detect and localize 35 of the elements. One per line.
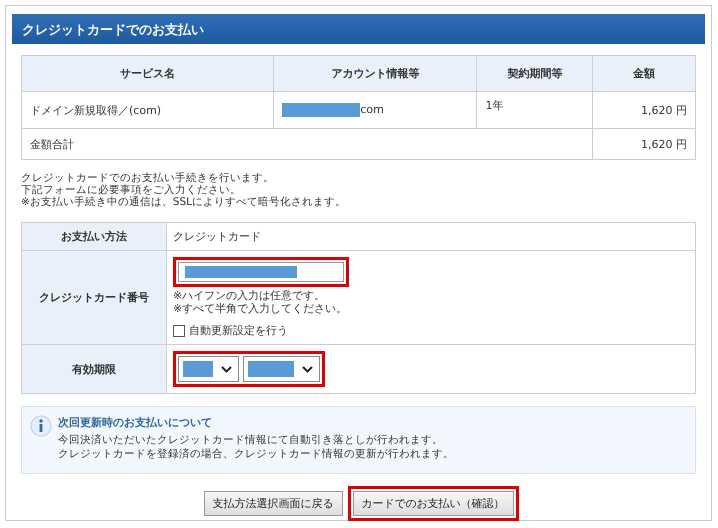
column-header: サービス名	[22, 56, 274, 92]
info-text: 今回決済いただいたクレジットカード情報にて自動引き落としが行われます。	[58, 433, 444, 447]
note-text: ※ハイフンの入力は任意です。	[173, 289, 326, 302]
table-cell: ドメイン新規取得／(com)	[22, 92, 274, 128]
column-header: アカウント情報等	[274, 56, 477, 92]
redaction-bar	[248, 361, 294, 377]
row-label: 有効期限	[22, 344, 166, 394]
column-header: 金額	[592, 56, 696, 92]
table-cell: com	[274, 92, 477, 128]
info-title: 次回更新時のお支払いについて	[58, 415, 213, 430]
action-button[interactable]: 支払方法選択画面に戻る	[204, 491, 342, 516]
table-cell: 1,620 円	[592, 92, 696, 128]
table-cell: 金額合計	[22, 128, 593, 160]
column-header: 契約期間等	[476, 56, 593, 92]
action-button[interactable]: カードでのお支払い（確認）	[352, 491, 514, 516]
checkbox[interactable]	[173, 324, 185, 336]
field-value: クレジットカード	[173, 230, 261, 243]
dropdown[interactable]	[243, 356, 320, 382]
table-cell: 1年	[476, 92, 593, 128]
table-cell: 1,620 円	[592, 128, 696, 160]
intro-text: 下記フォームに必要事項をご入力ください。	[21, 184, 242, 196]
row-label: クレジットカード番号	[22, 250, 166, 344]
intro-text: クレジットカードでのお支払い手続きを行います。	[21, 172, 275, 184]
redaction-bar	[183, 361, 213, 377]
info-icon	[30, 415, 52, 437]
chevron-down-icon	[302, 366, 313, 372]
dropdown[interactable]	[178, 356, 239, 382]
input-field[interactable]	[178, 262, 344, 282]
page-title: クレジットカードでのお支払い	[12, 14, 705, 44]
intro-text: ※お支払い手続き中の通信は、SSLによりすべて暗号化されます。	[21, 196, 347, 208]
info-text: クレジットカードを登録済の場合、クレジットカード情報の更新が行われます。	[58, 447, 454, 461]
note-text: ※すべて半角で入力してください。	[173, 302, 348, 315]
chevron-down-icon	[221, 366, 232, 372]
checkbox-label: 自動更新設定を行う	[189, 323, 288, 338]
row-label: お支払い方法	[22, 222, 166, 250]
